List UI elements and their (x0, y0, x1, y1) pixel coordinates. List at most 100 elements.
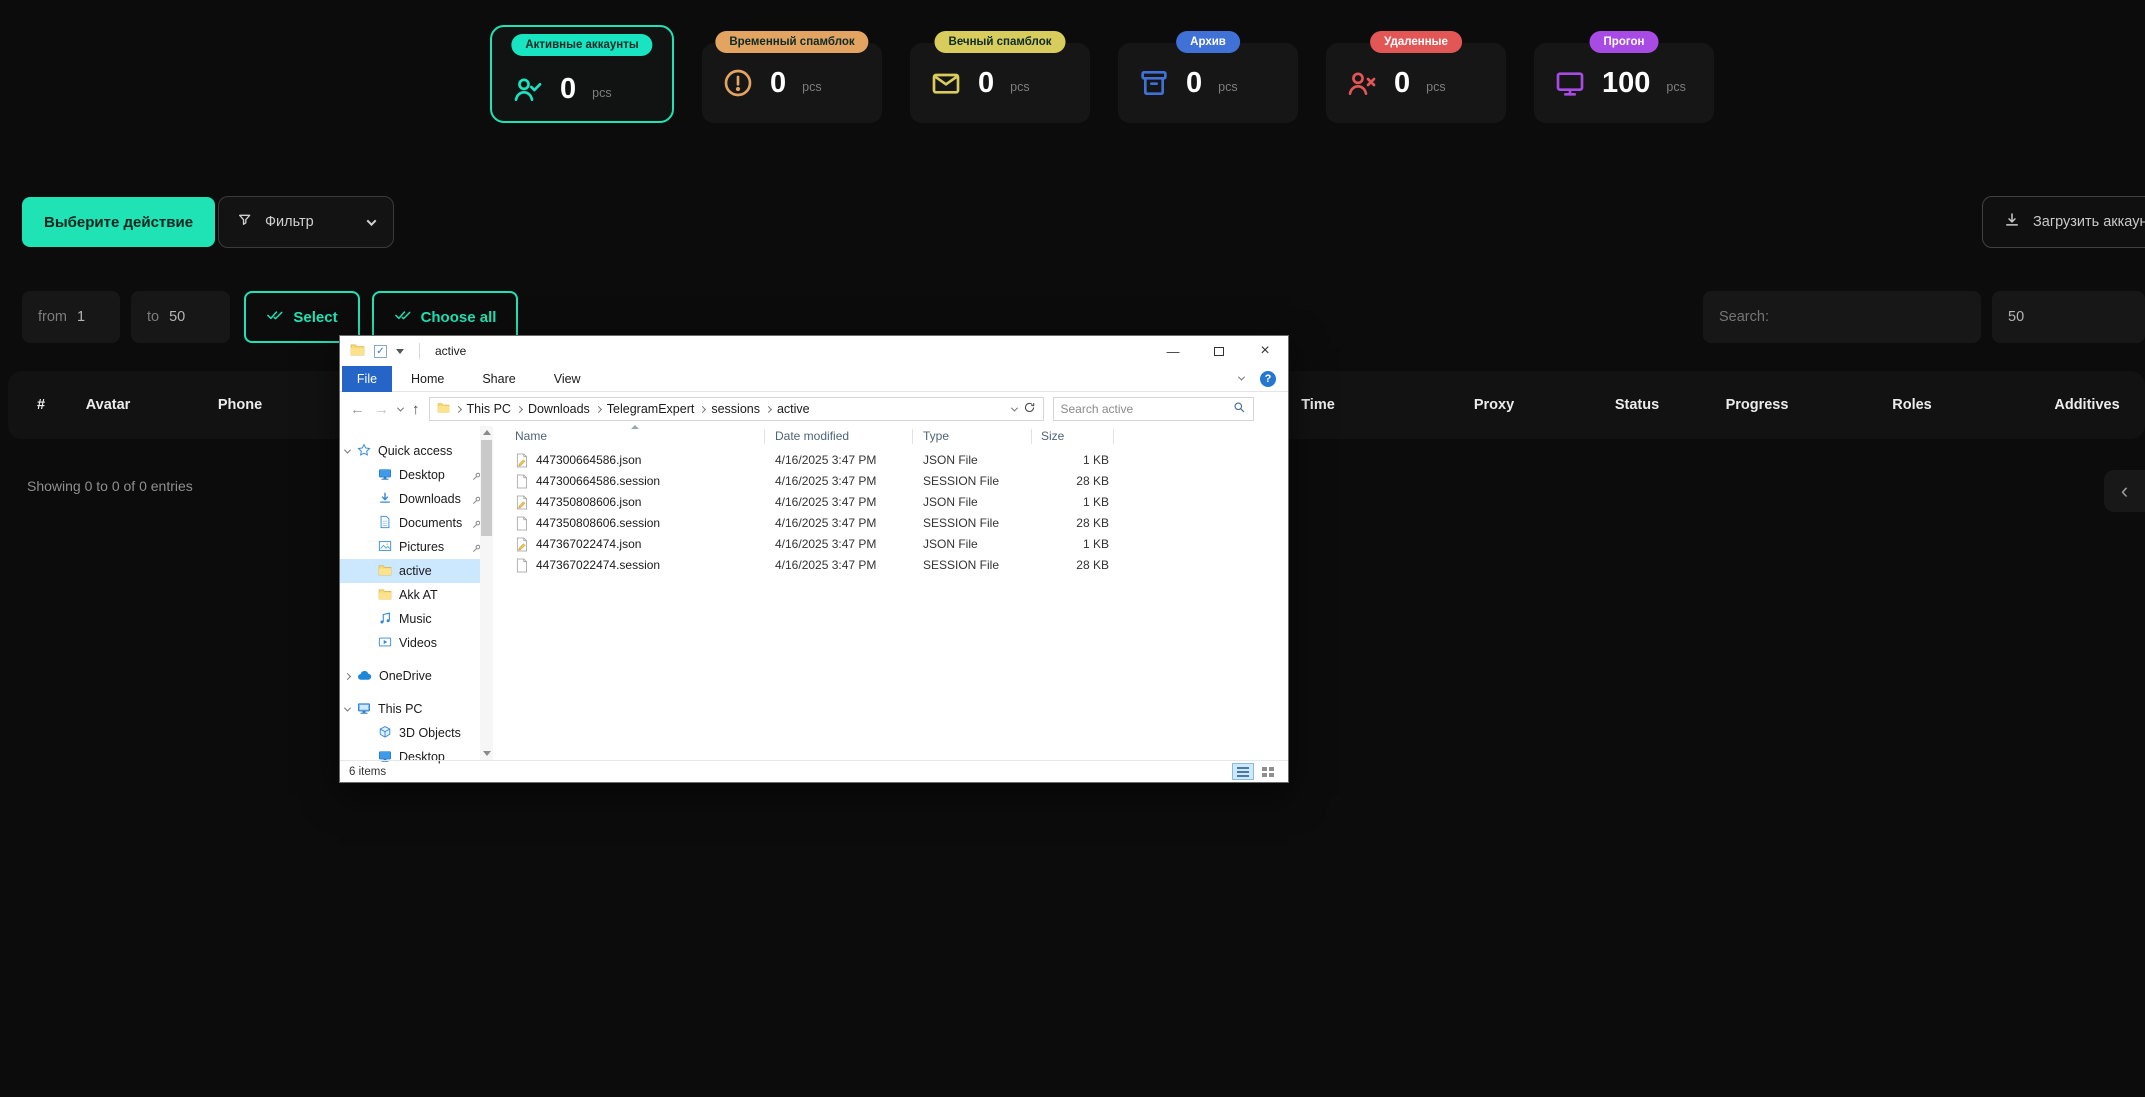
col-status[interactable]: Status (1615, 397, 1659, 413)
card-temp-spamblock[interactable]: Временный спамблок 0 pcs (702, 43, 882, 123)
card-progon[interactable]: Прогон 100 pcs (1534, 43, 1714, 123)
sidebar-item-akk-at[interactable]: Akk AT (340, 583, 493, 607)
breadcrumb-downloads[interactable]: Downloads (528, 402, 590, 416)
card-archive[interactable]: Архив 0 pcs (1118, 43, 1298, 123)
sidebar-item-desktop[interactable]: Desktop (340, 463, 493, 487)
double-check-icon (394, 306, 412, 328)
sidebar-item-quick-access[interactable]: Quick access (340, 439, 493, 463)
menu-view[interactable]: View (535, 366, 600, 392)
menu-file[interactable]: File (342, 366, 392, 392)
from-input[interactable] (77, 309, 104, 325)
search-input[interactable] (1719, 309, 1965, 325)
col-additives[interactable]: Additives (2054, 397, 2119, 413)
sidebar-item-downloads[interactable]: Downloads (340, 487, 493, 511)
file-row[interactable]: 447367022474.json 4/16/2025 3:47 PM JSON… (493, 534, 1288, 555)
sidebar-item-videos[interactable]: Videos (340, 631, 493, 655)
scroll-down-icon[interactable] (483, 751, 491, 756)
minimize-button[interactable]: — (1150, 336, 1196, 366)
expand-icon[interactable] (344, 446, 351, 453)
sidebar-item-documents[interactable]: Documents (340, 511, 493, 535)
details-view-button[interactable] (1232, 763, 1254, 780)
filter-dropdown[interactable]: Фильтр (218, 196, 394, 248)
column-name[interactable]: Name (515, 429, 547, 443)
toolbar-dropdown-icon[interactable] (396, 349, 404, 354)
nav-label: OneDrive (379, 669, 432, 683)
column-date-modified[interactable]: Date modified (775, 429, 849, 443)
column-type[interactable]: Type (923, 429, 949, 443)
refresh-icon[interactable] (1023, 401, 1036, 417)
col-roles[interactable]: Roles (1892, 397, 1932, 413)
help-icon[interactable]: ? (1260, 371, 1276, 387)
range-from-field[interactable]: from (22, 291, 120, 343)
ribbon-expand-icon[interactable] (1238, 374, 1245, 381)
address-dropdown-icon[interactable] (1010, 404, 1017, 411)
col-phone[interactable]: Phone (218, 397, 262, 413)
pagination-prev-button[interactable]: ‹ (2104, 470, 2145, 512)
cloud-icon (357, 669, 372, 684)
expand-icon[interactable] (344, 704, 351, 711)
sort-ascending-indicator (631, 425, 639, 429)
nav-label: 3D Objects (399, 726, 461, 740)
col-avatar[interactable]: Avatar (86, 397, 131, 413)
forward-button[interactable]: → (374, 402, 389, 417)
sidebar-item-music[interactable]: Music (340, 607, 493, 631)
card-unit: pcs (592, 86, 611, 100)
expand-icon[interactable] (344, 672, 351, 679)
col-time[interactable]: Time (1301, 397, 1335, 413)
sidebar-item-active[interactable]: active (340, 559, 493, 583)
recent-locations-icon[interactable] (397, 404, 404, 411)
to-label: to (147, 309, 159, 325)
menu-home[interactable]: Home (392, 366, 463, 392)
file-row[interactable]: 447300664586.session 4/16/2025 3:47 PM S… (493, 471, 1288, 492)
file-list-header: Name Date modified Type Size (493, 426, 1288, 448)
cube-icon (378, 725, 392, 742)
scrollbar-thumb[interactable] (481, 440, 492, 536)
file-row[interactable]: 447300664586.json 4/16/2025 3:47 PM JSON… (493, 450, 1288, 471)
choose-action-button[interactable]: Выберите действие (22, 197, 215, 247)
file-size: 1 KB (1031, 495, 1109, 509)
menu-share[interactable]: Share (463, 366, 534, 392)
column-size[interactable]: Size (1041, 429, 1064, 443)
col-proxy[interactable]: Proxy (1474, 397, 1514, 413)
close-button[interactable]: × (1242, 336, 1288, 366)
col-number[interactable]: # (37, 397, 45, 413)
page-size-field[interactable] (1992, 291, 2145, 343)
explorer-address-bar: ← → ↑ This PC Downloads TelegramExpert s… (340, 392, 1288, 426)
sidebar-item-3d-objects[interactable]: 3D Objects (340, 721, 493, 745)
large-icons-view-button[interactable] (1257, 763, 1279, 780)
breadcrumb-this-pc[interactable]: This PC (467, 402, 511, 416)
sidebar-item-pictures[interactable]: Pictures (340, 535, 493, 559)
table-search-field[interactable] (1703, 291, 1981, 343)
breadcrumb-sessions[interactable]: sessions (711, 402, 760, 416)
file-row[interactable]: 447350808606.json 4/16/2025 3:47 PM JSON… (493, 492, 1288, 513)
explorer-search-input[interactable] (1061, 402, 1227, 416)
file-explorer-window[interactable]: ✓ active — × File Home Share View ? (339, 335, 1289, 783)
page-size-input[interactable] (2008, 309, 2129, 325)
explorer-title-bar[interactable]: ✓ active — × (340, 336, 1288, 366)
up-button[interactable]: ↑ (412, 402, 420, 417)
file-size: 1 KB (1031, 537, 1109, 551)
breadcrumb-telegramexpert[interactable]: TelegramExpert (607, 402, 695, 416)
range-to-field[interactable]: to (131, 291, 230, 343)
to-input[interactable] (169, 309, 214, 325)
file-row[interactable]: 447350808606.session 4/16/2025 3:47 PM S… (493, 513, 1288, 534)
file-row[interactable]: 447367022474.session 4/16/2025 3:47 PM S… (493, 555, 1288, 576)
nav-scrollbar[interactable] (480, 426, 493, 760)
card-count: 100 (1602, 67, 1650, 100)
maximize-button[interactable] (1196, 336, 1242, 366)
card-active-accounts[interactable]: Активные аккаунты 0 pcs (490, 25, 674, 123)
explorer-search-box[interactable] (1053, 397, 1254, 421)
sidebar-item-this-pc[interactable]: This PC (340, 697, 493, 721)
scroll-up-icon[interactable] (483, 430, 491, 435)
breadcrumb-active[interactable]: active (777, 402, 810, 416)
archive-icon (1138, 67, 1170, 99)
card-perm-spamblock[interactable]: Вечный спамблок 0 pcs (910, 43, 1090, 123)
properties-check-icon[interactable]: ✓ (374, 345, 387, 358)
sidebar-item-onedrive[interactable]: OneDrive (340, 664, 493, 688)
address-box[interactable]: This PC Downloads TelegramExpert session… (429, 397, 1044, 421)
back-button[interactable]: ← (350, 402, 365, 417)
card-deleted[interactable]: Удаленные 0 pcs (1326, 43, 1506, 123)
upload-accounts-button[interactable]: Загрузить аккаунт (1982, 196, 2145, 248)
json-file-icon (515, 495, 528, 513)
col-progress[interactable]: Progress (1726, 397, 1789, 413)
